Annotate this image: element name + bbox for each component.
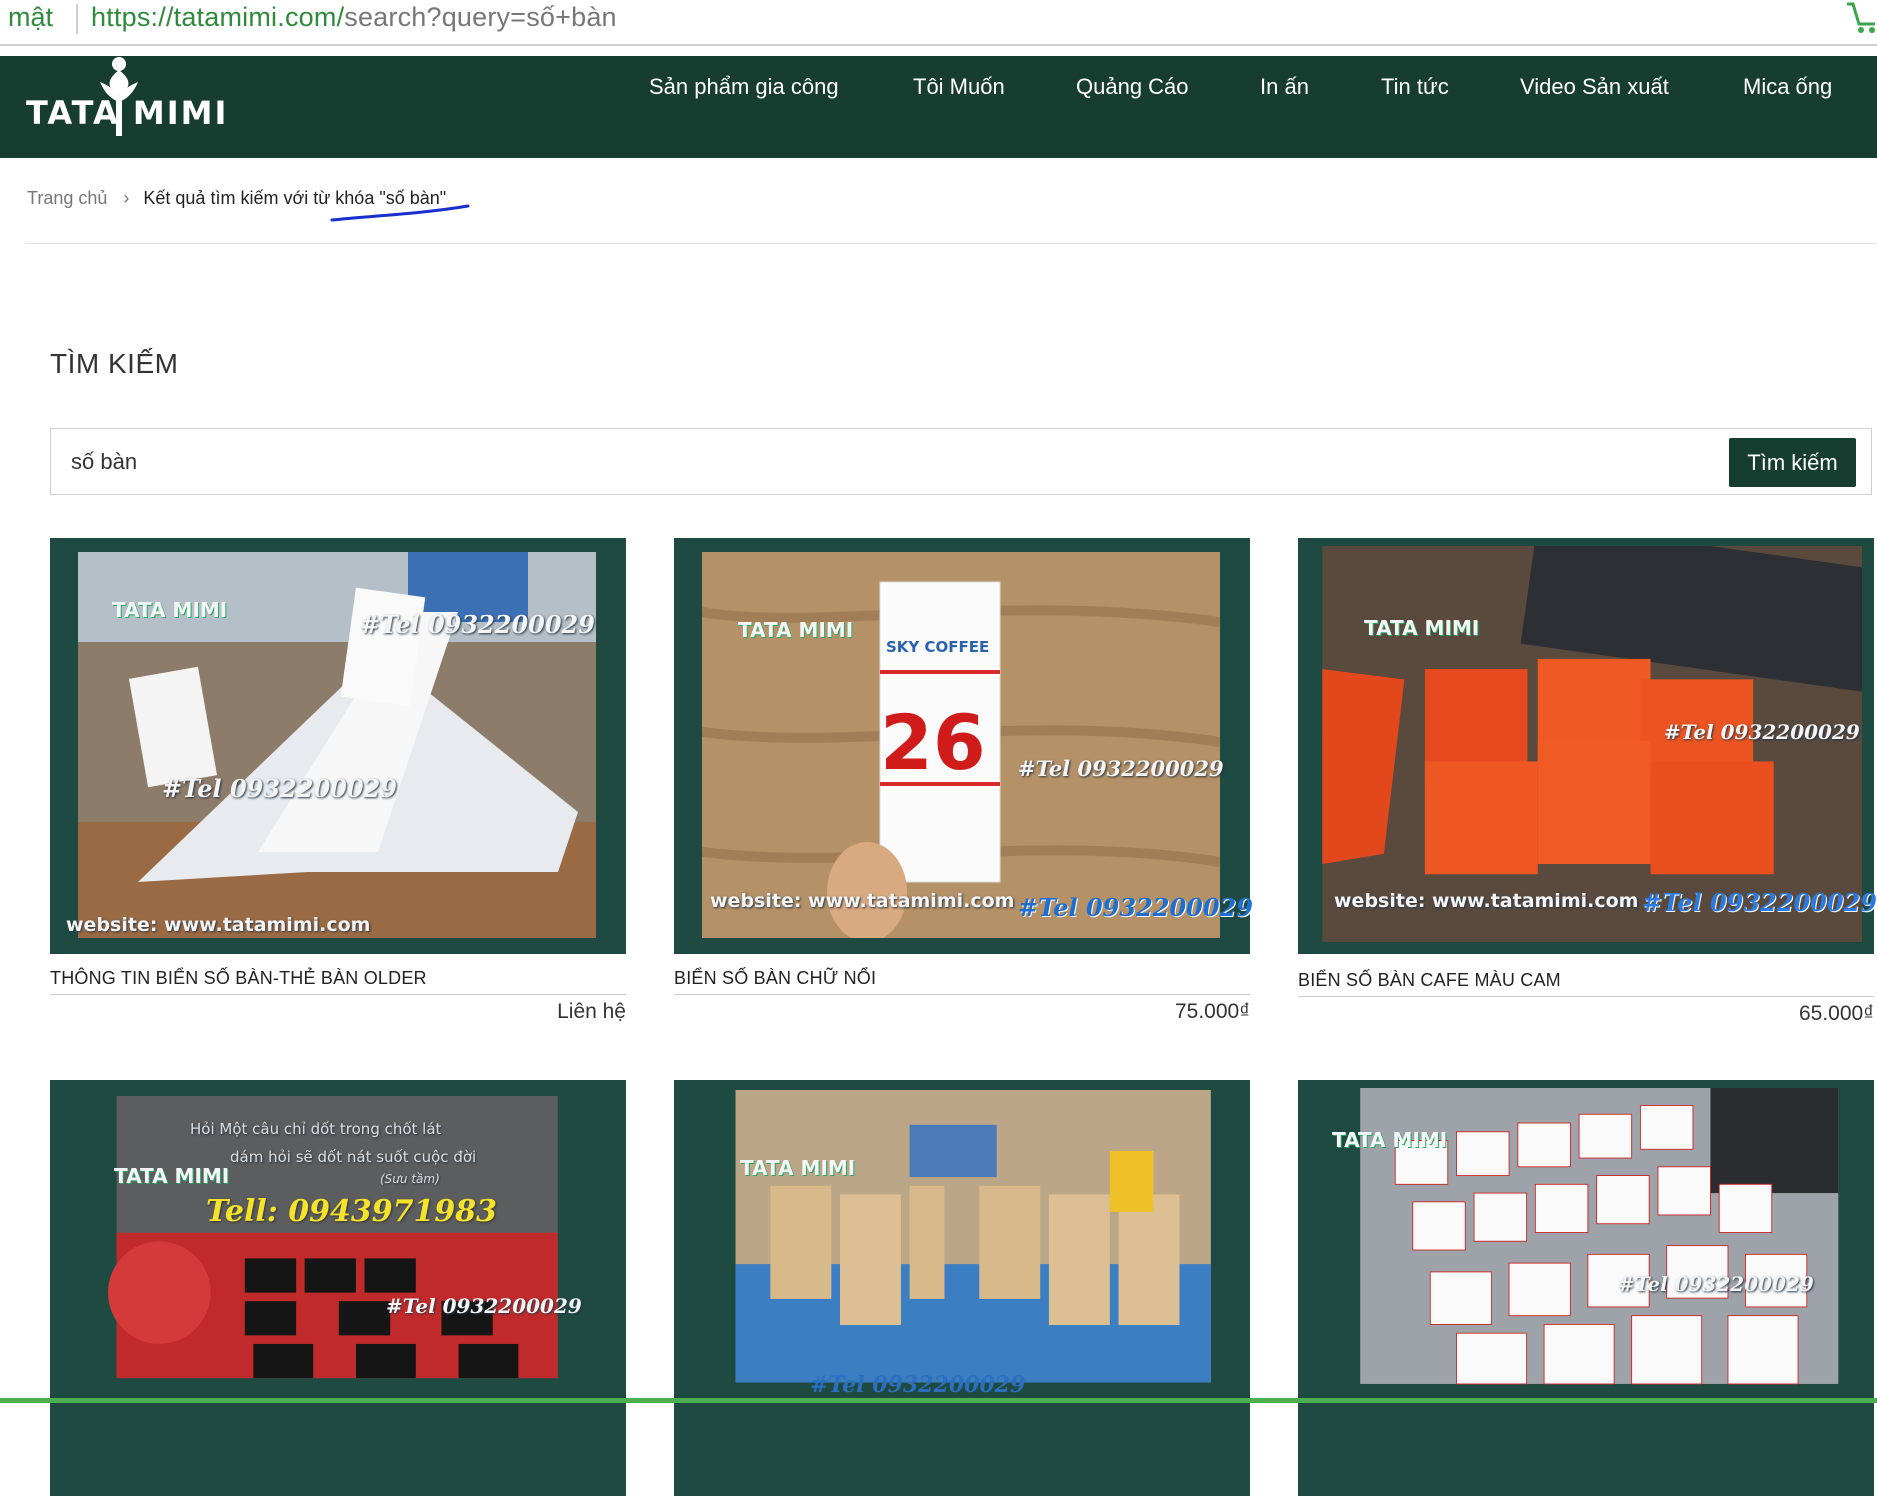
watermark-website: website: www.tatamimi.com bbox=[66, 914, 371, 936]
product-price: 75.000₫ bbox=[1174, 1000, 1250, 1023]
watermark-tel: #Tel 0932200029 bbox=[1018, 893, 1253, 922]
product-card[interactable]: TATA MIMI #Tel 0932200029 #Tel 093220002… bbox=[50, 538, 626, 1028]
product-image-frame[interactable]: TATA MIMI #Tel 0932200029 #Tel 093220002… bbox=[50, 538, 626, 954]
product-price: 65.000₫ bbox=[1798, 1002, 1874, 1025]
watermark-tel: #Tel 0932200029 bbox=[162, 774, 397, 803]
watermark-tel: #Tel 0932200029 bbox=[1664, 720, 1860, 744]
product-image-frame[interactable]: TATA MIMI #Tel 0932200029 bbox=[674, 1080, 1250, 1496]
watermark-logo: TATA MIMI bbox=[1332, 1128, 1448, 1152]
watermark-tel: #Tel 0932200029 bbox=[360, 610, 595, 639]
product-title[interactable]: BIỂN SỐ BÀN CAFE MÀU CAM bbox=[1298, 970, 1561, 991]
product-image-frame[interactable]: Hỏi Một câu chỉ dốt trong chốt lát dám h… bbox=[50, 1080, 626, 1496]
quote-line-2: dám hỏi sẽ dốt nát suốt cuộc đời bbox=[230, 1148, 477, 1166]
product-divider bbox=[1298, 996, 1874, 997]
address-url[interactable]: https://tatamimi.com/search?query=số+bàn bbox=[91, 2, 617, 33]
watermark-website: website: www.tatamimi.com bbox=[1334, 890, 1639, 912]
table-number: 26 bbox=[880, 698, 986, 787]
watermark-tel: #Tel 0932200029 bbox=[1642, 888, 1877, 917]
search-input[interactable] bbox=[69, 441, 1573, 483]
address-prefix: mật bbox=[8, 2, 54, 32]
product-image-frame[interactable]: TATA MIMI #Tel 0932200029 website: www.t… bbox=[1298, 538, 1877, 954]
breadcrumb-separator: › bbox=[123, 188, 130, 208]
product-card[interactable]: TATA MIMI #Tel 0932200029 bbox=[674, 1080, 1250, 1496]
breadcrumb-home-link[interactable]: Trang chủ bbox=[27, 188, 107, 208]
quote-source: (Sưu tầm) bbox=[380, 1172, 440, 1186]
product-card[interactable]: Hỏi Một câu chỉ dốt trong chốt lát dám h… bbox=[50, 1080, 626, 1496]
cart-icon[interactable] bbox=[1843, 0, 1877, 36]
watermark-logo: TATA MIMI bbox=[738, 618, 854, 642]
main-nav: Sản phẩm gia công Tôi Muốn Quảng Cáo In … bbox=[0, 74, 1877, 114]
product-price: Liên hệ bbox=[557, 1000, 626, 1023]
product-image-frame[interactable]: TATA MIMI #Tel 0932200029 bbox=[1298, 1080, 1874, 1496]
nav-item-mica-ong[interactable]: Mica ống bbox=[1743, 74, 1832, 100]
watermark-logo: TATA MIMI bbox=[112, 598, 228, 622]
quote-line-1: Hỏi Một câu chỉ dốt trong chốt lát bbox=[190, 1120, 442, 1138]
url-path: search?query=số+bàn bbox=[344, 2, 617, 32]
watermark-logo: TATA MIMI bbox=[740, 1156, 856, 1180]
nav-item-video-san-xuat[interactable]: Video Sản xuất bbox=[1520, 74, 1669, 100]
watermark-website: website: www.tatamimi.com bbox=[710, 890, 1015, 912]
watermark-tel: #Tel 0932200029 bbox=[386, 1294, 582, 1318]
watermark-logo: TATA MIMI bbox=[114, 1164, 230, 1188]
nav-item-quang-cao[interactable]: Quảng Cáo bbox=[1076, 74, 1189, 100]
watermark-tel: #Tel 0932200029 bbox=[1018, 756, 1224, 781]
address-separator bbox=[76, 4, 78, 34]
browser-address-bar[interactable]: mật https://tatamimi.com/search?query=số… bbox=[0, 0, 1877, 46]
url-host: https://tatamimi.com/ bbox=[91, 2, 345, 32]
product-divider bbox=[50, 994, 626, 995]
search-button[interactable]: Tìm kiếm bbox=[1729, 438, 1856, 487]
product-image-frame[interactable]: TATA MIMI SKY COFFEE 26 #Tel 0932200029 … bbox=[674, 538, 1253, 954]
nav-item-toi-muon[interactable]: Tôi Muốn bbox=[913, 74, 1005, 100]
product-divider bbox=[674, 994, 1250, 995]
product-card[interactable]: TATA MIMI #Tel 0932200029 bbox=[1298, 1080, 1874, 1496]
product-photo[interactable] bbox=[80, 1096, 596, 1426]
annotation-underline bbox=[330, 204, 470, 222]
watermark-logo: TATA MIMI bbox=[1364, 616, 1480, 640]
nav-item-in-an[interactable]: In ấn bbox=[1260, 74, 1309, 100]
product-title[interactable]: THÔNG TIN BIỂN SỐ BÀN-THẺ BÀN OLDER bbox=[50, 968, 427, 989]
nav-item-san-pham-gia-cong[interactable]: Sản phẩm gia công bbox=[649, 74, 839, 100]
watermark-tel: #Tel 0932200029 bbox=[810, 1372, 1026, 1398]
watermark-brand: SKY COFFEE bbox=[886, 638, 990, 656]
page-title: TÌM KIẾM bbox=[50, 348, 179, 379]
product-card[interactable]: TATA MIMI #Tel 0932200029 website: www.t… bbox=[1298, 538, 1877, 1028]
search-form: Tìm kiếm bbox=[50, 428, 1872, 495]
page-bottom-border bbox=[0, 1398, 1877, 1403]
watermark-tell: Tell: 0943971983 bbox=[206, 1194, 498, 1229]
breadcrumb-divider bbox=[25, 243, 1877, 244]
nav-item-tin-tuc[interactable]: Tin tức bbox=[1381, 74, 1449, 100]
product-card[interactable]: TATA MIMI SKY COFFEE 26 #Tel 0932200029 … bbox=[674, 538, 1253, 1028]
product-photo[interactable] bbox=[1314, 546, 1862, 942]
watermark-tel: #Tel 0932200029 bbox=[1618, 1272, 1814, 1296]
product-title[interactable]: BIỂN SỐ BÀN CHỮ NỔI bbox=[674, 968, 876, 989]
